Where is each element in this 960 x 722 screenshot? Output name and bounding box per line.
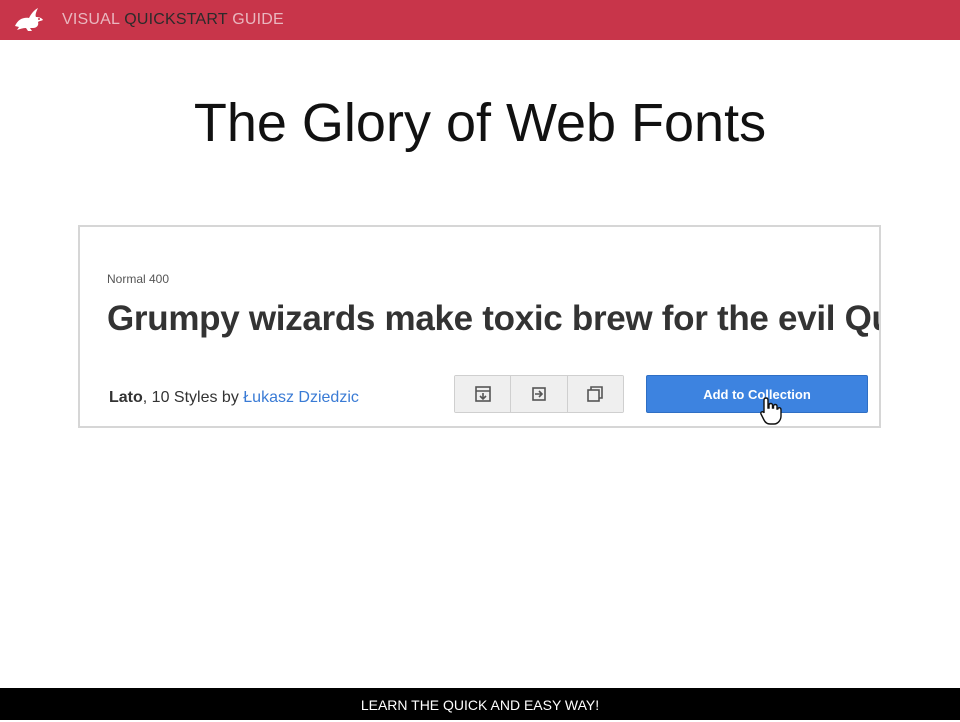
font-author-link[interactable]: Łukasz Dziedzic [243,389,359,406]
font-meta: Lato, 10 Styles by Łukasz Dziedzic [109,389,359,407]
font-card: Normal 400 Grumpy wizards make toxic bre… [78,225,881,428]
quick-use-button[interactable] [511,376,568,412]
slide-title: The Glory of Web Fonts [193,93,767,153]
pop-out-icon [587,386,604,402]
download-icon [474,386,491,402]
hand-cursor-icon [760,397,782,425]
brand-word-quickstart: QUICKSTART [124,11,228,28]
rabbit-logo-icon [15,8,43,31]
footer-bar: LEARN THE QUICK AND EASY WAY! [0,688,960,720]
brand-word-visual: VISUAL [62,11,120,28]
brand-word-guide: GUIDE [232,11,284,28]
font-action-buttons [454,375,624,413]
brand-text: VISUAL QUICKSTART GUIDE [62,11,284,29]
font-styles-count: , 10 Styles by [142,389,244,406]
pop-out-button[interactable] [567,376,623,412]
font-name: Lato [109,389,143,406]
header-bar: VISUAL QUICKSTART GUIDE [0,0,960,40]
add-to-collection-button[interactable]: Add to Collection [646,375,868,413]
font-sample-text: Grumpy wizards make toxic brew for the e… [107,299,879,338]
quick-use-icon [532,387,546,401]
font-style-label: Normal 400 [107,272,170,286]
download-button[interactable] [455,376,512,412]
